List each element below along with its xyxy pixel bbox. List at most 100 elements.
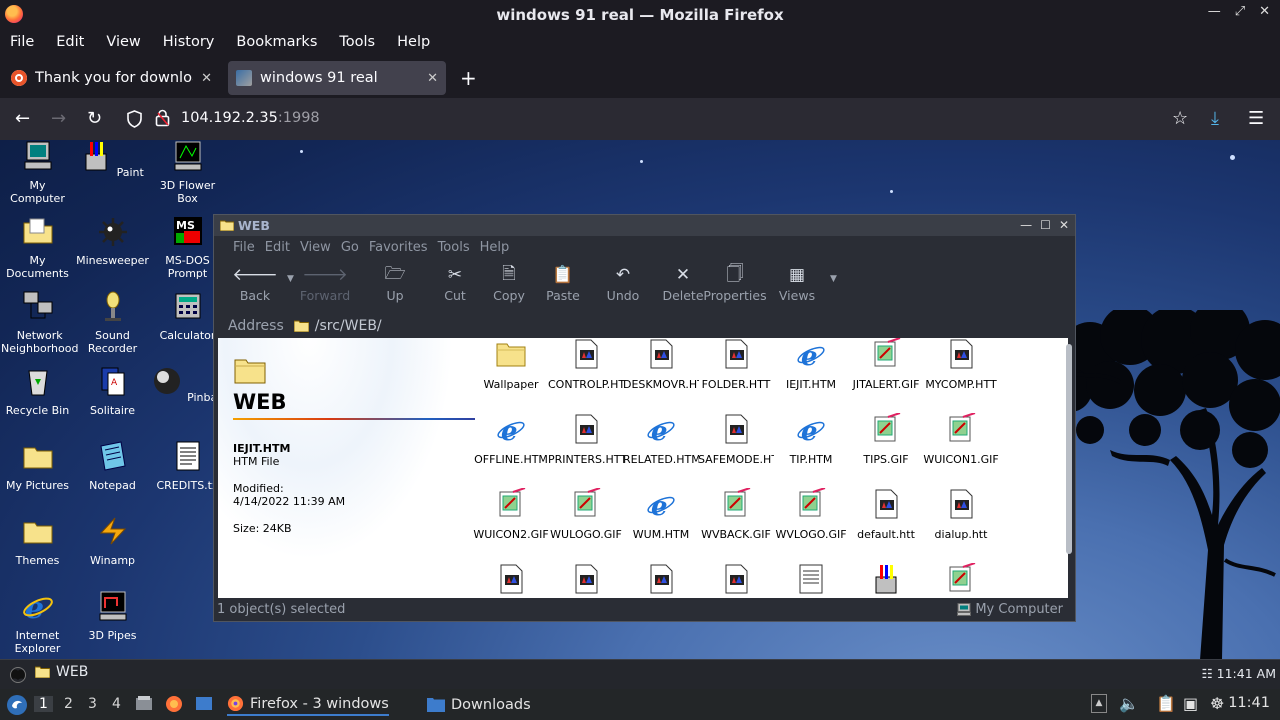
explorer-titlebar[interactable]: WEB — ☐ ✕ [214, 215, 1075, 236]
file-item[interactable]: SAFEMODE.HTT [698, 413, 774, 466]
menu-help[interactable]: Help [397, 34, 430, 50]
file-item[interactable]: PRINTERS.HTT [548, 413, 624, 466]
maximize-icon[interactable]: ☐ [1040, 218, 1051, 232]
file-item[interactable]: CONTROLP.HTT [548, 338, 624, 391]
desktop-icon-my-documents[interactable]: My Documents [0, 215, 75, 280]
file-item[interactable] [548, 563, 624, 598]
menu-history[interactable]: History [163, 34, 215, 50]
workspace-3[interactable]: 3 [88, 696, 97, 712]
url-bar[interactable]: 104.192.2.35:1998 [181, 110, 320, 126]
file-item[interactable]: DESKMOVR.HTT [623, 338, 699, 391]
desktop-icon-minesweeper[interactable]: Minesweeper [75, 215, 150, 267]
menu-edit[interactable]: Edit [56, 34, 84, 50]
whisker-menu-icon[interactable] [6, 694, 28, 716]
desktop-icon-winamp[interactable]: Winamp [75, 515, 150, 567]
close-tab-icon[interactable]: ✕ [201, 71, 212, 86]
close-icon[interactable]: ✕ [1059, 218, 1069, 232]
downloads-icon[interactable]: ⤓ [1211, 108, 1219, 129]
reload-icon[interactable]: ↻ [87, 108, 102, 129]
hamburger-menu-icon[interactable]: ☰ [1248, 108, 1264, 129]
file-item[interactable] [923, 563, 999, 598]
minimize-icon[interactable]: — [1208, 4, 1221, 19]
back-arrow-icon[interactable]: ← [15, 108, 30, 129]
explorer-menu-edit[interactable]: Edit [265, 240, 290, 255]
workspace-4[interactable]: 4 [112, 696, 121, 712]
explorer-menu-favorites[interactable]: Favorites [369, 240, 428, 255]
file-item[interactable]: TIPS.GIF [848, 413, 924, 466]
file-item[interactable]: FOLDER.HTT [698, 338, 774, 391]
address-field[interactable]: /src/WEB/ [293, 318, 382, 334]
menu-bookmarks[interactable]: Bookmarks [236, 34, 317, 50]
paste-button[interactable]: 📋 Paste [531, 264, 595, 303]
new-tab-icon[interactable]: + [460, 66, 477, 90]
file-item[interactable]: default.htt [848, 488, 924, 541]
file-item[interactable]: JITALERT.GIF [848, 338, 924, 391]
file-item[interactable]: e IEJIT.HTM [773, 338, 849, 391]
desktop-icon-internet-explorer[interactable]: e Internet Explorer [0, 590, 75, 655]
desktop-icon-solitaire[interactable]: A Solitaire [75, 365, 150, 417]
file-item[interactable] [848, 563, 924, 598]
up-button[interactable]: 🗁 Up [363, 264, 427, 304]
close-icon[interactable]: ✕ [1259, 4, 1270, 19]
start-button-icon[interactable] [9, 667, 27, 683]
maximize-icon[interactable]: ⤢ [1235, 4, 1245, 19]
desktop-icon-notepad[interactable]: Notepad [75, 440, 150, 492]
file-item[interactable] [773, 563, 849, 598]
file-item[interactable]: WULOGO.GIF [548, 488, 624, 541]
menu-file[interactable]: File [10, 34, 34, 50]
explorer-menu-help[interactable]: Help [480, 240, 510, 255]
desktop-icon-3d-flower-box[interactable]: 3D Flower Box [150, 140, 225, 205]
file-item[interactable]: e RELATED.HTM [623, 413, 699, 466]
views-button[interactable]: ▦ Views [765, 264, 829, 303]
desktop-icon-network-neighborhood[interactable]: Network Neighborhood [0, 290, 78, 355]
workspace-2[interactable]: 2 [64, 696, 73, 712]
forward-button[interactable]: 🡒 Forward [293, 264, 357, 303]
menu-view[interactable]: View [106, 34, 140, 50]
explorer-window[interactable]: WEB — ☐ ✕ File Edit View Go Favorites To… [213, 214, 1076, 622]
explorer-menu-file[interactable]: File [233, 240, 255, 255]
undo-button[interactable]: ↶ Undo [591, 264, 655, 303]
back-button[interactable]: 🡐 Back [223, 264, 287, 303]
shield-icon[interactable] [126, 110, 143, 128]
desktop-icon-my-pictures[interactable]: My Pictures [0, 440, 75, 492]
tab-download[interactable]: Thank you for downloadi ✕ [3, 61, 220, 95]
file-item[interactable] [473, 563, 549, 598]
clipboard-tray-icon[interactable]: 📋 [1156, 694, 1176, 713]
bookmark-star-icon[interactable]: ☆ [1172, 108, 1188, 129]
folder-launcher-icon[interactable] [195, 695, 213, 712]
file-item[interactable]: Wallpaper [473, 338, 549, 391]
task-firefox[interactable]: Firefox - 3 windows [227, 693, 389, 716]
firefox-launcher-icon[interactable] [165, 695, 183, 712]
properties-button[interactable]: 🗍 Properties [699, 264, 771, 304]
file-item[interactable]: e WUM.HTM [623, 488, 699, 541]
file-manager-icon[interactable] [135, 695, 153, 712]
file-item[interactable] [698, 563, 774, 598]
file-item[interactable]: WVLOGO.GIF [773, 488, 849, 541]
display-tray-icon[interactable]: ▣ [1183, 694, 1198, 713]
forward-arrow-icon[interactable]: → [51, 108, 66, 129]
lock-icon[interactable] [155, 109, 170, 127]
explorer-menu-tools[interactable]: Tools [438, 240, 470, 255]
desktop-icon-my-computer[interactable]: My Computer [0, 140, 75, 205]
file-item[interactable]: e TIP.HTM [773, 413, 849, 466]
taskbar-button-web[interactable]: WEB [35, 664, 88, 680]
file-item[interactable] [623, 563, 699, 598]
task-downloads[interactable]: Downloads [427, 693, 531, 716]
views-dropdown-icon[interactable]: ▼ [830, 274, 837, 284]
desktop-icon-3d-pipes[interactable]: 3D Pipes [75, 590, 150, 642]
desktop-icon-themes[interactable]: Themes [0, 515, 75, 567]
file-item[interactable]: e OFFLINE.HTM [473, 413, 549, 466]
vertical-scrollbar[interactable] [1065, 340, 1073, 595]
explorer-menu-view[interactable]: View [300, 240, 331, 255]
file-item[interactable]: dialup.htt [923, 488, 999, 541]
explorer-menu-go[interactable]: Go [341, 240, 359, 255]
file-item[interactable]: MYCOMP.HTT [923, 338, 999, 391]
file-item[interactable]: WUICON1.GIF [923, 413, 999, 466]
workspace-1[interactable]: 1 [34, 696, 53, 712]
volume-icon[interactable]: 🔈 [1119, 694, 1139, 713]
network-tray-icon[interactable]: ☸ [1210, 694, 1224, 713]
scrollbar-thumb[interactable] [1066, 344, 1072, 554]
tab-windows91[interactable]: windows 91 real ✕ [228, 61, 446, 95]
minimize-icon[interactable]: — [1020, 218, 1032, 232]
network-tray-icon[interactable]: ☷ [1201, 666, 1212, 681]
